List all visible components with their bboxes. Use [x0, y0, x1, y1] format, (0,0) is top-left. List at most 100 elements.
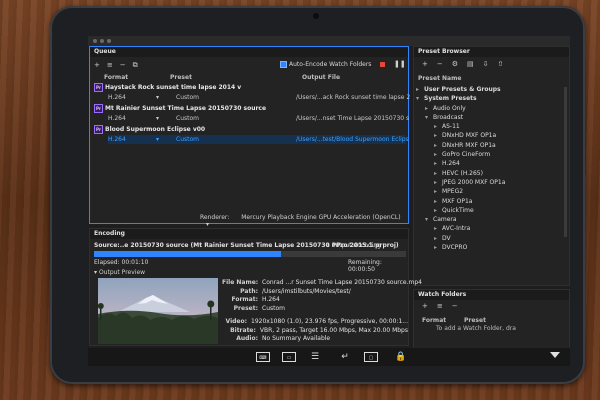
premiere-project-icon: Pr: [94, 83, 103, 92]
output-file-path[interactable]: /Users/...test/Blood Supermoon Eclips: [296, 135, 409, 144]
window-icon[interactable]: ▢: [364, 352, 378, 362]
disclosure-icon[interactable]: ▸: [434, 122, 442, 131]
output-preset[interactable]: Custom: [176, 135, 199, 144]
settings-icon[interactable]: ⚙: [452, 60, 458, 68]
watch-column-format[interactable]: Format: [422, 317, 446, 324]
minimize-dot[interactable]: [100, 39, 104, 43]
disclosure-icon[interactable]: ▸: [434, 150, 442, 159]
output-file-path[interactable]: /Users/...ack Rock sunset time lapse 2: [296, 93, 410, 102]
preset-tree-item[interactable]: ▸ DNxHR MXF OP1a: [416, 141, 566, 150]
output-format[interactable]: H.264: [108, 114, 126, 123]
disclosure-icon[interactable]: ▸: [434, 169, 442, 178]
disclosure-icon[interactable]: ▾: [425, 215, 433, 224]
disclosure-icon[interactable]: ▾: [416, 94, 424, 103]
settings-list-icon[interactable]: ≡: [107, 61, 113, 70]
queue-source-item[interactable]: Pr Haystack Rock sunset time lapse 2014 v: [94, 83, 241, 92]
disclosure-icon[interactable]: ▾: [425, 113, 433, 122]
chevron-down-icon[interactable]: ▾: [156, 114, 159, 123]
add-preset-icon[interactable]: +: [422, 60, 428, 68]
preset-tree-item[interactable]: ▸ MXF OP1a: [416, 197, 566, 206]
preset-tree-item[interactable]: ▸ H.264: [416, 159, 566, 168]
import-icon[interactable]: ⇩: [483, 60, 489, 68]
column-format[interactable]: Format: [104, 74, 128, 81]
duplicate-icon[interactable]: ⧉: [133, 61, 138, 70]
disclosure-icon[interactable]: ▸: [434, 131, 442, 140]
pause-queue-button[interactable]: ❚❚: [394, 60, 406, 68]
keyboard-icon[interactable]: ⌨: [256, 352, 270, 362]
window-titlebar: [88, 36, 570, 46]
output-preview-toggle[interactable]: ▾ Output Preview: [94, 269, 145, 276]
preset-scrollbar[interactable]: [564, 87, 567, 237]
preset-tree-item[interactable]: ▾ Camera: [416, 215, 566, 224]
preset-tree-item[interactable]: ▸ AS-11: [416, 122, 566, 131]
disclosure-icon[interactable]: ▸: [434, 141, 442, 150]
preset-tree-item[interactable]: ▸ MPEG2: [416, 187, 566, 196]
output-format[interactable]: H.264: [108, 93, 126, 102]
queue-source-item[interactable]: Pr Mt Rainier Sunset Time Lapse 20150730 …: [94, 104, 266, 113]
lock-icon[interactable]: 🔒: [394, 352, 408, 362]
auto-encode-toggle[interactable]: Auto-Encode Watch Folders: [280, 61, 371, 68]
collapse-bar-icon[interactable]: [550, 352, 560, 358]
preset-browser-panel: Preset Browser + − ⚙ ▤ ⇩ ⇧ Preset Name ▸…: [413, 46, 570, 286]
remove-watch-folder-icon[interactable]: −: [452, 302, 458, 310]
disclosure-down-icon[interactable]: ▾: [94, 269, 97, 276]
output-preset[interactable]: Custom: [176, 93, 199, 102]
disclosure-icon[interactable]: ▸: [434, 234, 442, 243]
preset-tree-item[interactable]: ▸ HEVC (H.265): [416, 169, 566, 178]
renderer-select[interactable]: Mercury Playback Engine GPU Acceleration…: [241, 214, 400, 221]
output-format[interactable]: H.264: [108, 135, 126, 144]
preset-tree-item[interactable]: ▸ User Presets & Groups: [416, 85, 566, 94]
chevron-down-icon[interactable]: ▾: [206, 221, 209, 228]
preset-tree-item[interactable]: ▾ System Presets: [416, 94, 566, 103]
preset-tree-item[interactable]: ▸ DV: [416, 234, 566, 243]
preset-item-label: System Presets: [424, 95, 477, 103]
disclosure-icon[interactable]: ▸: [425, 104, 433, 113]
disclosure-icon[interactable]: ▸: [434, 224, 442, 233]
queue-source-item[interactable]: Pr Blood Supermoon Eclipse v00: [94, 125, 205, 134]
remove-icon[interactable]: −: [120, 61, 126, 70]
disclosure-icon[interactable]: ▸: [434, 206, 442, 215]
preset-tree-item[interactable]: ▾ Broadcast: [416, 113, 566, 122]
output-file-path[interactable]: /Users/...nset Time Lapse 20150730 s: [296, 114, 409, 123]
preset-tree-item[interactable]: ▸ QuickTime: [416, 206, 566, 215]
stop-queue-button[interactable]: [380, 62, 385, 67]
disclosure-icon[interactable]: ▸: [434, 243, 442, 252]
settings-list-icon[interactable]: ≡: [437, 302, 443, 310]
preset-tree-item[interactable]: ▸ DVCPRO: [416, 243, 566, 252]
column-preset[interactable]: Preset: [170, 74, 192, 81]
window-controls[interactable]: [93, 39, 111, 43]
remove-preset-icon[interactable]: −: [437, 60, 443, 68]
chevron-down-icon[interactable]: ▾: [156, 135, 159, 144]
column-output-file[interactable]: Output File: [302, 74, 340, 81]
file-info-row: Path: /Users/imstilbuts/Movies/test/: [222, 288, 408, 297]
preset-tree-item[interactable]: ▸ JPEG 2000 MXF OP1a: [416, 178, 566, 187]
watch-column-preset[interactable]: Preset: [464, 317, 486, 324]
disclosure-icon[interactable]: ▸: [434, 159, 442, 168]
preset-tree-item[interactable]: ▸ GoPro CineForm: [416, 150, 566, 159]
chevron-down-icon[interactable]: ▾: [156, 93, 159, 102]
list-icon[interactable]: ☰: [308, 352, 322, 362]
export-icon[interactable]: ⇧: [498, 60, 504, 68]
checkbox-icon[interactable]: [280, 61, 287, 68]
disclosure-icon[interactable]: ▸: [434, 178, 442, 187]
output-preset[interactable]: Custom: [176, 114, 199, 123]
preset-name-column[interactable]: Preset Name: [418, 75, 461, 82]
new-group-icon[interactable]: ▤: [467, 60, 474, 68]
preset-item-label: DVCPRO: [442, 244, 468, 252]
preset-tree-item[interactable]: ▸ DNxHD MXF OP1a: [416, 131, 566, 140]
queue-output-row[interactable]: H.264 ▾ Custom/Users/...nset Time Lapse 20…: [108, 114, 409, 123]
add-watch-folder-icon[interactable]: +: [422, 302, 428, 310]
queue-title: Queue: [90, 47, 408, 57]
zoom-dot[interactable]: [107, 39, 111, 43]
preset-tree-item[interactable]: ▸ Audio Only: [416, 104, 566, 113]
return-icon[interactable]: ↵: [338, 352, 352, 362]
queue-output-row[interactable]: H.264 ▾ Custom/Users/...ack Rock sunset ti…: [108, 93, 410, 102]
add-source-icon[interactable]: +: [94, 61, 100, 70]
disclosure-icon[interactable]: ▸: [434, 197, 442, 206]
queue-output-row[interactable]: H.264 ▾ Custom/Users/...test/Blood Supermo…: [108, 135, 409, 144]
screen-toggle-icon[interactable]: ▭: [282, 352, 296, 362]
disclosure-icon[interactable]: ▸: [416, 85, 424, 94]
disclosure-icon[interactable]: ▸: [434, 187, 442, 196]
preset-tree-item[interactable]: ▸ AVC-Intra: [416, 224, 566, 233]
close-dot[interactable]: [93, 39, 97, 43]
